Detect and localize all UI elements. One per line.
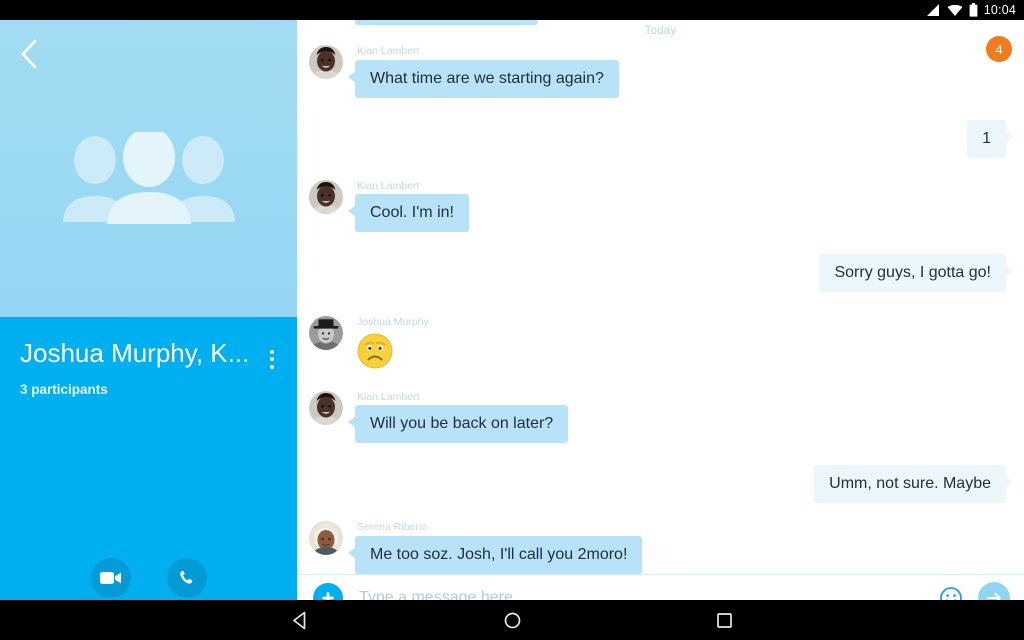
wifi-icon <box>947 4 963 17</box>
message-sender: Serena Riberio <box>357 521 428 534</box>
message-bubble[interactable]: Me too soz. Josh, I'll call you 2moro! <box>347 535 643 574</box>
message-sender: Kian Lambert <box>357 179 420 192</box>
device-screen: 10:04 Joshua Murphy, K... 3 participants… <box>0 0 1024 640</box>
sidebar-title-row: Joshua Murphy, K... <box>0 317 297 374</box>
kian-avatar <box>309 45 343 79</box>
group-avatar <box>0 132 297 224</box>
sidebar-hero <box>0 20 297 317</box>
conversation-sidebar: Joshua Murphy, K... 3 participants <box>0 20 297 620</box>
joshua-avatar <box>309 316 343 351</box>
more-options-icon <box>270 364 274 369</box>
message-row: Joshua Murphy <box>309 316 1006 377</box>
nav-recents-button[interactable] <box>702 600 746 640</box>
message-sender: Kian Lambert <box>357 45 420 57</box>
message-bubble[interactable]: Umm, not sure. Maybe <box>814 465 1013 504</box>
message-bubble[interactable]: 1 <box>967 119 1013 158</box>
message-content: Serena Riberio Me too soz. Josh, I'll cal… <box>347 521 643 574</box>
back-button[interactable] <box>10 34 50 74</box>
message-row: Kian Lambert Will you be back on later? <box>309 390 1006 444</box>
more-options-icon <box>270 349 274 354</box>
kian-avatar[interactable] <box>309 45 343 79</box>
kian-avatar[interactable] <box>309 179 343 214</box>
message-row: 1 <box>309 119 1013 158</box>
message-bubble[interactable]: Cool. I'm in! <box>348 194 469 233</box>
serena-avatar[interactable] <box>309 521 343 556</box>
message-row: Kian Lambert What time are we starting ag… <box>309 45 1006 98</box>
message-row: Serena Riberio Me too soz. Josh, I'll cal… <box>309 521 1006 574</box>
message-content: Might be a bit late tho <box>355 20 538 25</box>
joshua-avatar[interactable] <box>309 316 343 351</box>
signal-icon <box>926 3 941 17</box>
message-content: Joshua Murphy <box>355 316 429 377</box>
status-bar-clock: 10:04 <box>983 3 1016 17</box>
more-options-icon <box>270 357 274 361</box>
home-circle-icon <box>504 612 520 628</box>
message-sender: Joshua Murphy <box>357 316 429 329</box>
message-row: Might be a bit late tho <box>309 20 1006 25</box>
back-triangle-icon <box>292 611 305 629</box>
video-camera-icon <box>99 572 121 584</box>
message-content: 1 <box>967 119 1013 158</box>
message-bubble[interactable]: What time are we starting again? <box>348 59 619 98</box>
app-container: Joshua Murphy, K... 3 participants Today… <box>0 20 1024 620</box>
message-bubble[interactable]: Sorry guys, I gotta go! <box>819 254 1013 293</box>
message-bubble[interactable]: Will you be back on later? <box>347 405 569 444</box>
message-content: Sorry guys, I gotta go! <box>819 254 1013 293</box>
nav-back-button[interactable] <box>278 600 322 640</box>
recents-square-icon <box>716 612 732 628</box>
message-sender: Kian Lambert <box>357 390 420 403</box>
chevron-left-icon <box>21 39 37 69</box>
message-bubble[interactable]: Might be a bit late tho <box>355 20 538 25</box>
kian-avatar <box>309 179 343 214</box>
message-row: Umm, not sure. Maybe <box>309 465 1013 504</box>
phone-icon <box>179 570 192 584</box>
serena-avatar <box>309 521 343 556</box>
chat-panel: Today 4 Yep, I'm in! Might be a bit late… <box>297 20 1024 620</box>
sidebar-info: Joshua Murphy, K... 3 participants <box>0 317 297 620</box>
voice-call-button[interactable] <box>166 558 207 598</box>
kian-avatar[interactable] <box>309 390 343 425</box>
more-options-button[interactable] <box>261 344 283 374</box>
status-bar: 10:04 <box>0 0 1024 20</box>
conversation-title: Joshua Murphy, K... <box>20 339 250 368</box>
sidebar-call-actions <box>0 558 297 598</box>
nav-home-button[interactable] <box>490 600 534 640</box>
message-row: Kian Lambert Cool. I'm in! <box>309 179 1006 233</box>
participants-count: 3 participants <box>20 382 108 397</box>
message-content: Kian Lambert Cool. I'm in! <box>348 179 469 233</box>
sad-face-emoji <box>357 333 393 369</box>
group-people-icon <box>62 132 235 224</box>
message-bubble-emoji[interactable] <box>355 331 393 377</box>
android-navigation-bar <box>0 600 1024 640</box>
kian-avatar <box>309 390 343 425</box>
video-call-button[interactable] <box>90 558 131 598</box>
battery-icon <box>969 3 978 17</box>
message-content: Kian Lambert Will you be back on later? <box>347 390 569 444</box>
message-content: Umm, not sure. Maybe <box>814 465 1013 504</box>
message-list[interactable]: Yep, I'm in! Might be a bit late tho Kia… <box>297 20 1024 574</box>
message-row: Sorry guys, I gotta go! <box>309 254 1013 293</box>
message-content: Kian Lambert What time are we starting ag… <box>348 45 619 98</box>
